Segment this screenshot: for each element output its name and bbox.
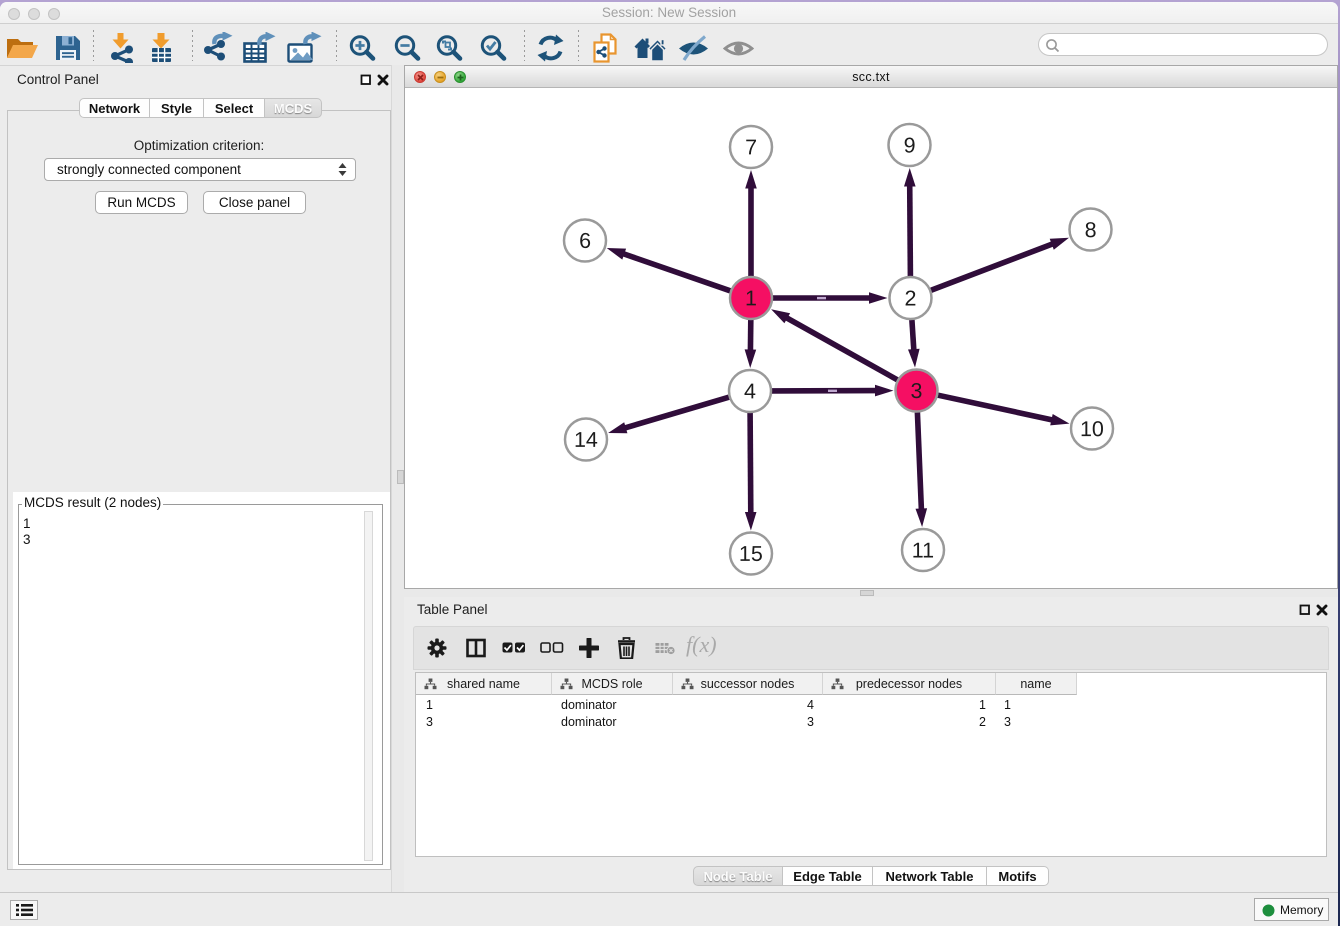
svg-text:3: 3 <box>910 379 922 403</box>
svg-text:7: 7 <box>745 135 757 159</box>
svg-text:2: 2 <box>905 287 917 311</box>
svg-text:14: 14 <box>574 428 598 452</box>
svg-text:6: 6 <box>579 229 591 253</box>
svg-text:9: 9 <box>904 134 916 158</box>
svg-text:4: 4 <box>744 379 756 403</box>
svg-text:15: 15 <box>739 542 763 566</box>
svg-text:8: 8 <box>1085 218 1097 242</box>
svg-text:1: 1 <box>745 286 757 310</box>
svg-text:11: 11 <box>912 539 934 563</box>
svg-text:10: 10 <box>1080 417 1104 441</box>
